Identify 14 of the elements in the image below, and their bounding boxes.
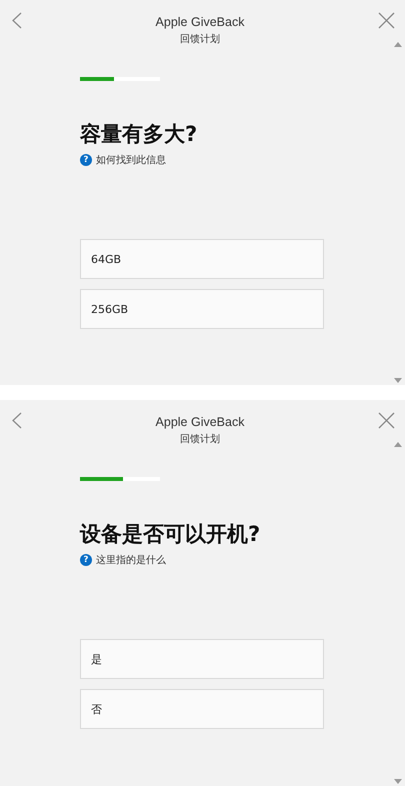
option-button[interactable]: 64GB	[80, 239, 324, 279]
question-heading: 设备是否可以开机?	[80, 521, 262, 547]
app-subtitle: 回馈计划	[180, 432, 220, 446]
app-title: Apple GiveBack	[156, 15, 244, 29]
option-button[interactable]: 否	[80, 689, 324, 729]
app-subtitle: 回馈计划	[180, 32, 220, 46]
help-icon: ?	[80, 554, 92, 566]
help-icon: ?	[80, 154, 92, 166]
help-link[interactable]: 这里指的是什么	[96, 553, 166, 567]
question-heading: 容量有多大?	[80, 121, 198, 147]
app-title: Apple GiveBack	[156, 415, 244, 429]
option-button[interactable]: 是	[80, 639, 324, 679]
option-button[interactable]: 256GB	[80, 289, 324, 329]
help-link[interactable]: 如何找到此信息	[96, 153, 166, 167]
